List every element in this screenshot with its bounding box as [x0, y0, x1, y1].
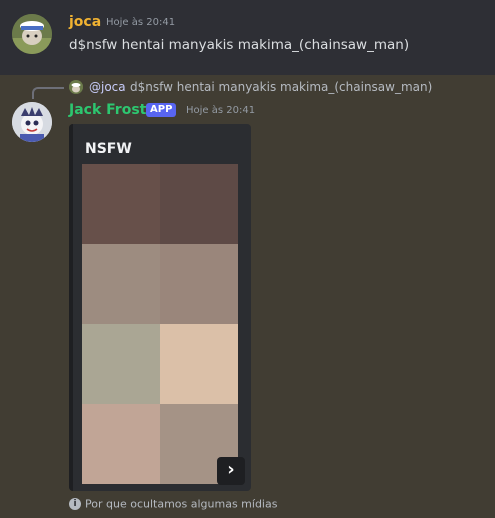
info-icon: i: [69, 498, 81, 510]
message-1: joca Hoje às 20:41 d$nsfw hentai manyaki…: [0, 0, 495, 75]
message-1-content: d$nsfw hentai manyakis makima_(chainsaw_…: [69, 37, 410, 53]
blurred-image-cell[interactable]: [82, 164, 160, 244]
message-1-timestamp: Hoje às 20:41: [106, 17, 176, 28]
blurred-image-cell[interactable]: [82, 404, 160, 484]
username-joca[interactable]: joca: [69, 14, 101, 30]
username-jack-frost[interactable]: Jack Frost: [69, 102, 146, 118]
reply-mention[interactable]: @joca: [89, 80, 126, 94]
reply-preview-text[interactable]: d$nsfw hentai manyakis makima_(chainsaw_…: [130, 80, 432, 94]
reply-connector: [32, 87, 64, 99]
avatar-joca[interactable]: [12, 14, 52, 54]
blurred-image-cell[interactable]: [160, 324, 238, 404]
blurred-image-cell[interactable]: [160, 164, 238, 244]
media-hidden-info[interactable]: i Por que ocultamos algumas mídias: [69, 497, 277, 511]
blurred-image-cell[interactable]: [82, 244, 160, 324]
message-2-timestamp: Hoje às 20:41: [186, 105, 256, 116]
embed-title: NSFW: [85, 141, 132, 157]
nsfw-embed: NSFW ›: [69, 124, 251, 491]
reply-avatar[interactable]: [69, 80, 83, 94]
media-hidden-info-text[interactable]: Por que ocultamos algumas mídias: [85, 498, 277, 511]
blurred-image-cell[interactable]: [82, 324, 160, 404]
blurred-image-grid[interactable]: [82, 164, 238, 484]
app-badge: APP: [146, 103, 177, 117]
blurred-image-cell[interactable]: [160, 244, 238, 324]
avatar-jack-frost[interactable]: [12, 102, 52, 142]
embed-accent-bar: [69, 124, 73, 491]
next-page-button[interactable]: ›: [217, 457, 245, 485]
